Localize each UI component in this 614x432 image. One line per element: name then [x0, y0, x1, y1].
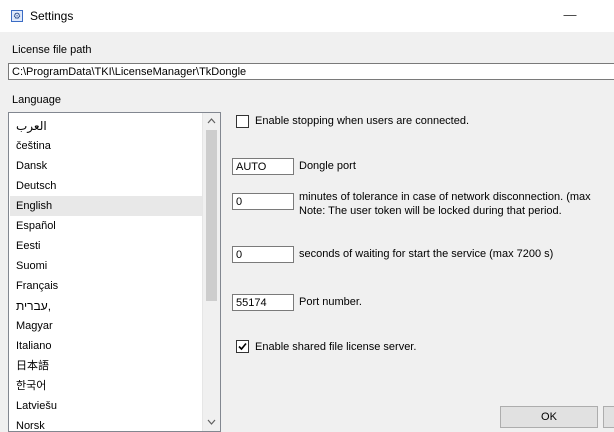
- stop-when-users-label: Enable stopping when users are connected…: [255, 115, 470, 127]
- license-path-input[interactable]: [8, 63, 614, 80]
- language-item[interactable]: Dansk: [10, 156, 204, 176]
- tolerance-note: Note: The user token will be locked duri…: [299, 205, 562, 217]
- language-item[interactable]: Latviešu: [10, 396, 204, 416]
- dongle-port-label: Dongle port: [299, 160, 356, 172]
- language-item[interactable]: Italiano: [10, 336, 204, 356]
- scroll-up-icon[interactable]: [203, 113, 220, 130]
- port-number-label: Port number.: [299, 296, 362, 308]
- ok-button[interactable]: OK: [500, 406, 598, 428]
- language-label: Language: [12, 94, 61, 106]
- wait-seconds-input[interactable]: [232, 246, 294, 263]
- window-title: Settings: [30, 9, 74, 23]
- license-path-label: License file path: [12, 44, 92, 56]
- tolerance-input[interactable]: [232, 193, 294, 210]
- language-item[interactable]: Français: [10, 276, 204, 296]
- language-item[interactable]: עברית,: [10, 296, 204, 316]
- dongle-port-input[interactable]: [232, 158, 294, 175]
- scroll-down-icon[interactable]: [203, 414, 220, 431]
- language-item[interactable]: Deutsch: [10, 176, 204, 196]
- port-number-input[interactable]: [232, 294, 294, 311]
- language-item[interactable]: čeština: [10, 136, 204, 156]
- wait-seconds-label: seconds of waiting for start the service…: [299, 248, 554, 260]
- language-item[interactable]: Suomi: [10, 256, 204, 276]
- language-item-selected[interactable]: English: [10, 196, 204, 216]
- cancel-button[interactable]: [603, 406, 614, 428]
- title-bar: ⚙ Settings —: [0, 0, 614, 32]
- shared-file-checkbox[interactable]: [236, 340, 249, 353]
- language-item[interactable]: 한국어: [10, 376, 204, 396]
- language-scrollbar[interactable]: [202, 113, 220, 431]
- language-list[interactable]: العرب čeština Dansk Deutsch English Espa…: [8, 112, 221, 432]
- scroll-thumb[interactable]: [206, 130, 217, 301]
- language-item[interactable]: 日本語: [10, 356, 204, 376]
- stop-when-users-checkbox[interactable]: [236, 115, 249, 128]
- language-item[interactable]: Español: [10, 216, 204, 236]
- tolerance-label: minutes of tolerance in case of network …: [299, 191, 591, 203]
- language-item[interactable]: Norsk: [10, 416, 204, 431]
- gear-icon: ⚙: [11, 10, 23, 22]
- language-item[interactable]: Eesti: [10, 236, 204, 256]
- language-item[interactable]: العرب: [10, 116, 204, 136]
- checkmark-icon: [238, 342, 247, 351]
- language-item[interactable]: Magyar: [10, 316, 204, 336]
- shared-file-label: Enable shared file license server.: [255, 341, 417, 353]
- minimize-button[interactable]: —: [548, 2, 592, 30]
